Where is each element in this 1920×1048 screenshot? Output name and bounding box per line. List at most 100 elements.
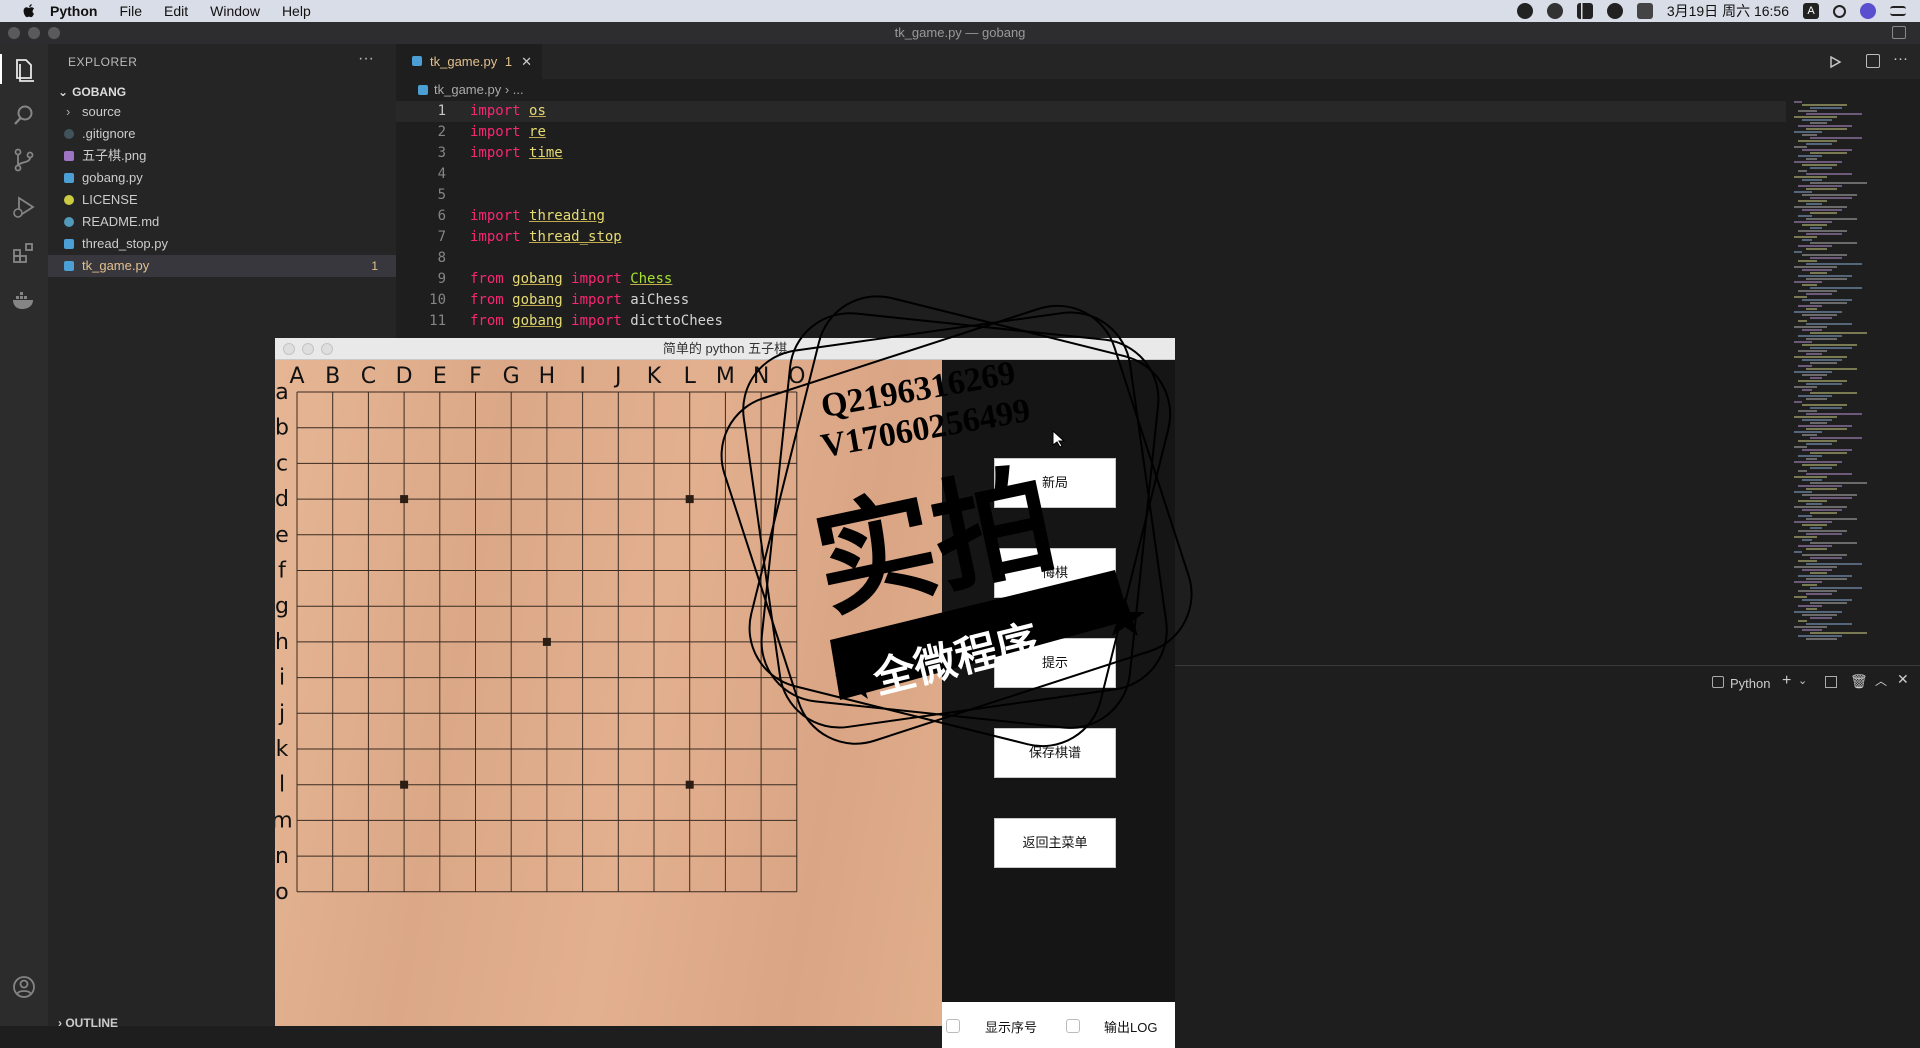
more-actions-icon[interactable]: ··· [358,50,374,68]
main-menu-button[interactable]: 返回主菜单 [994,818,1116,868]
close-panel-icon[interactable]: ✕ [1897,671,1909,688]
tree-item-source[interactable]: › source [48,101,396,123]
close-tab-icon[interactable]: ✕ [521,44,532,79]
zoom-window-button[interactable] [321,343,333,355]
line-number[interactable]: 1 [396,101,446,122]
terminal-label[interactable]: Python [1730,676,1770,691]
code-text[interactable]: import re [470,122,546,143]
siri-icon[interactable] [1860,3,1876,19]
new-game-button[interactable]: 新局 [994,458,1116,508]
line-number[interactable]: 2 [396,122,446,143]
zoom-window-button[interactable] [48,27,60,39]
code-text[interactable]: import time [470,143,563,164]
code-line[interactable]: 8 [396,248,1786,269]
code-line[interactable]: 5 [396,185,1786,206]
menu-edit[interactable]: Edit [164,3,188,19]
explorer-icon[interactable] [11,57,37,83]
minimap-line [1802,449,1852,451]
line-number[interactable]: 8 [396,248,446,269]
new-terminal-icon[interactable]: + [1782,672,1791,690]
extensions-icon[interactable] [11,240,37,266]
hint-button[interactable]: 提示 [994,638,1116,688]
output-log-checkbox[interactable] [1066,1019,1080,1033]
show-index-checkbox[interactable] [946,1019,960,1033]
code-line[interactable]: 9 from gobang import Chess [396,269,1786,290]
tab-tk-game[interactable]: tk_game.py 1 ✕ [396,44,542,79]
line-number[interactable]: 3 [396,143,446,164]
menu-file[interactable]: File [119,3,142,19]
menu-window[interactable]: Window [210,3,260,19]
account-icon[interactable] [11,974,37,1000]
minimize-window-button[interactable] [302,343,314,355]
chevron-down-icon[interactable]: ⌄ [1798,674,1807,687]
run-debug-icon[interactable] [11,194,37,220]
docker-icon[interactable] [11,287,37,313]
code-line[interactable]: 7 import thread_stop [396,227,1786,248]
close-window-button[interactable] [8,27,20,39]
line-number[interactable]: 11 [396,311,446,332]
tree-item-readme[interactable]: README.md [48,211,396,233]
row-label: h [275,630,289,655]
line-number[interactable]: 5 [396,185,446,206]
code-line[interactable]: 6 import threading [396,206,1786,227]
save-record-button[interactable]: 保存棋谱 [994,728,1116,778]
menu-help[interactable]: Help [282,3,311,19]
row-label: b [275,416,289,441]
tree-item-thread-stop[interactable]: thread_stop.py [48,233,396,255]
volume-icon[interactable] [1636,3,1653,19]
code-line[interactable]: 4 [396,164,1786,185]
tree-item-image[interactable]: 五子棋.png [48,145,396,167]
line-number[interactable]: 4 [396,164,446,185]
input-method-icon[interactable]: A [1803,3,1819,19]
signal-icon[interactable] [1576,3,1593,19]
tree-item-gobang-py[interactable]: gobang.py [48,167,396,189]
line-number[interactable]: 9 [396,269,446,290]
clock[interactable]: 3月19日 周六 16:56 [1667,1,1789,21]
workspace-folder[interactable]: ⌄ GOBANG [58,85,126,99]
menu-app-python[interactable]: Python [50,3,97,19]
run-icon[interactable] [1828,55,1842,69]
code-line[interactable]: 11 from gobang import dicttoChees [396,311,1786,332]
code-text[interactable]: import thread_stop [470,227,622,248]
more-icon[interactable]: ··· [1893,50,1908,67]
code-text[interactable]: import threading [470,206,605,227]
split-terminal-icon[interactable] [1825,676,1837,688]
wechat-icon[interactable] [1546,3,1563,19]
line-number[interactable]: 7 [396,227,446,248]
code-text[interactable]: import os [470,101,546,122]
minimap[interactable] [1790,101,1920,661]
code-editor[interactable]: 1 import os 2 import re 3 import time 4 5 6 impor… [396,101,1796,341]
split-editor-icon[interactable] [1866,54,1880,68]
tree-item-gitignore[interactable]: .gitignore [48,123,396,145]
tree-item-tk-game[interactable]: tk_game.py 1 [48,255,396,277]
minimize-window-button[interactable] [28,27,40,39]
layout-icon[interactable] [1892,26,1906,39]
code-line[interactable]: 3 import time [396,143,1786,164]
close-window-button[interactable] [283,343,295,355]
record-icon[interactable] [1516,3,1533,19]
maximize-panel-icon[interactable]: ︿ [1875,672,1887,689]
board-grid[interactable]: A B C D E F G H I J K L M N Oabcdefghijklmno [271,360,942,1026]
outline-section[interactable]: › OUTLINE [58,1016,118,1030]
apple-icon[interactable] [20,2,38,20]
tree-item-license[interactable]: LICENSE [48,189,396,211]
search-icon[interactable] [11,102,37,128]
go-board[interactable]: ABCDEFGHI JKLMNOabcdefghijklmno [271,360,942,1026]
spotlight-icon[interactable] [1833,4,1846,18]
code-line[interactable]: 1 import os [396,101,1786,122]
undo-button[interactable]: 悔棋 [994,548,1116,598]
code-line[interactable]: 10 from gobang import aiChess [396,290,1786,311]
trash-icon[interactable]: 🗑 [1850,673,1868,690]
code-text[interactable]: from gobang import dicttoChees [470,311,723,332]
status-icon[interactable] [1606,3,1623,19]
code-text[interactable]: from gobang import aiChess [470,290,689,311]
breadcrumb-symbol[interactable]: ... [513,82,524,97]
line-number[interactable]: 6 [396,206,446,227]
code-text[interactable]: from gobang import Chess [470,269,672,290]
breadcrumb-file[interactable]: tk_game.py [434,82,501,97]
control-center-icon[interactable] [1890,6,1906,16]
line-number[interactable]: 10 [396,290,446,311]
source-control-icon[interactable] [11,147,37,173]
column-label: N [753,364,769,389]
code-line[interactable]: 2 import re [396,122,1786,143]
